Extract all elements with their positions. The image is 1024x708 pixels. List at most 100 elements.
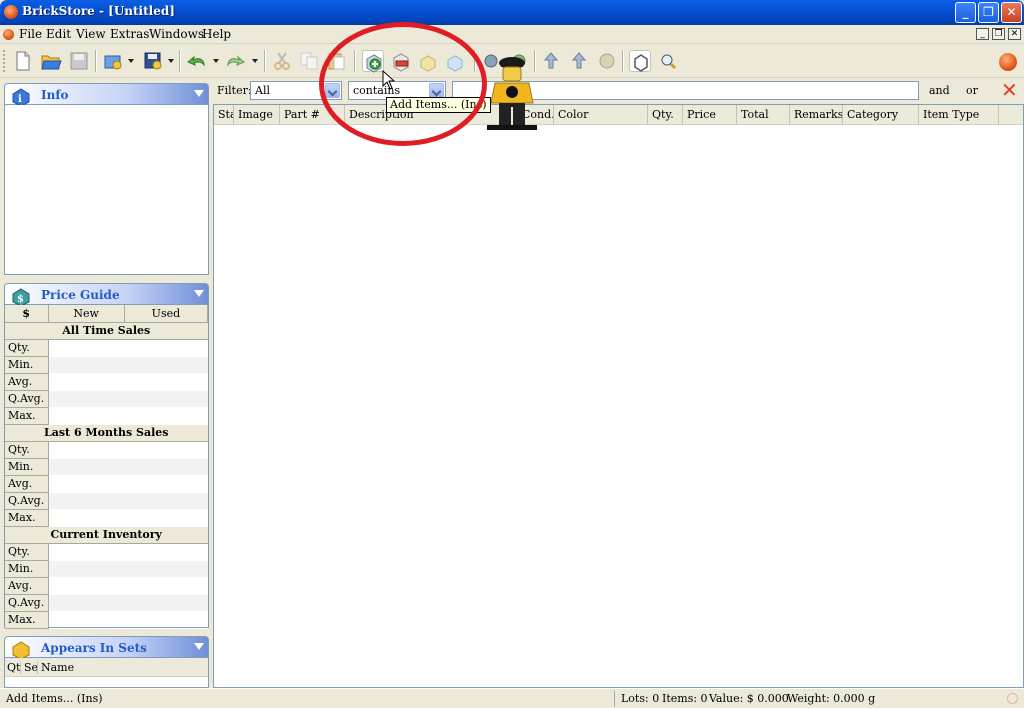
mdi-close-button[interactable]: ✕ bbox=[1008, 28, 1021, 40]
menu-windows[interactable]: Windows bbox=[149, 27, 204, 41]
toolbar-grip[interactable] bbox=[3, 50, 7, 72]
close-button[interactable]: ✕ bbox=[1001, 2, 1022, 23]
row-label: Avg. bbox=[5, 577, 49, 595]
document-icon bbox=[3, 29, 14, 40]
column-category[interactable]: Category bbox=[843, 105, 919, 125]
minifigure-image bbox=[487, 57, 537, 130]
row-label: Q.Avg. bbox=[5, 492, 49, 510]
section-title: Current Inventory bbox=[5, 526, 208, 544]
info-panel-body bbox=[4, 105, 209, 275]
copy-icon[interactable] bbox=[298, 50, 320, 72]
highlight-annotation-circle bbox=[319, 22, 487, 146]
row-label: Max. bbox=[5, 407, 49, 425]
value-cell bbox=[48, 492, 208, 510]
section-title: Last 6 Months Sales bbox=[5, 424, 208, 442]
row-label: Qty. bbox=[5, 339, 49, 357]
column-image[interactable]: Image bbox=[234, 105, 280, 125]
row-label: Qty. bbox=[5, 441, 49, 459]
coin-icon[interactable] bbox=[596, 50, 618, 72]
value-cell bbox=[48, 475, 208, 493]
menu-edit[interactable]: Edit bbox=[46, 27, 71, 41]
chevron-down-icon[interactable] bbox=[194, 290, 204, 297]
toolbar-separator bbox=[179, 50, 181, 72]
value-cell bbox=[48, 373, 208, 391]
items-grid[interactable]: Status Image Part # Description Cond. Co… bbox=[213, 104, 1024, 688]
filter-field-value: All bbox=[255, 84, 270, 97]
mdi-minimize-button[interactable]: _ bbox=[976, 28, 989, 40]
appears-in-sets-panel-header[interactable]: Appears In Sets bbox=[4, 636, 209, 659]
upload-alt-icon[interactable] bbox=[568, 50, 590, 72]
import-icon[interactable] bbox=[102, 50, 124, 72]
upload-icon[interactable] bbox=[540, 50, 562, 72]
window-title: BrickStore - [Untitled] bbox=[22, 4, 175, 18]
filter-or-button[interactable]: or bbox=[966, 84, 978, 97]
document-area: Filter: All contains and or ✕ Status Ima… bbox=[213, 80, 1024, 688]
row-label: Qty. bbox=[5, 543, 49, 561]
column-status[interactable]: Status bbox=[214, 105, 234, 125]
row-label: Q.Avg. bbox=[5, 594, 49, 612]
sets-qty-column[interactable]: Qty bbox=[7, 661, 21, 674]
section-title: All Time Sales bbox=[5, 322, 208, 340]
status-value: Value: $ 0.000 bbox=[709, 692, 789, 705]
export-dropdown-icon[interactable] bbox=[168, 59, 174, 63]
undo-icon[interactable] bbox=[186, 50, 208, 72]
column-quantity[interactable]: Qty. bbox=[648, 105, 683, 125]
filter-label: Filter: bbox=[217, 84, 252, 97]
column-item-type[interactable]: Item Type bbox=[919, 105, 999, 125]
open-folder-icon[interactable] bbox=[40, 50, 62, 72]
undo-dropdown-icon[interactable] bbox=[213, 59, 219, 63]
value-cell bbox=[48, 407, 208, 425]
row-label: Max. bbox=[5, 611, 49, 629]
value-cell bbox=[48, 560, 208, 578]
value-cell bbox=[48, 390, 208, 408]
status-items: Items: 0 bbox=[662, 692, 708, 705]
row-label: Max. bbox=[5, 509, 49, 527]
column-color[interactable]: Color bbox=[554, 105, 648, 125]
value-cell bbox=[48, 441, 208, 459]
column-total[interactable]: Total bbox=[737, 105, 790, 125]
chevron-down-icon[interactable] bbox=[194, 643, 204, 650]
redo-dropdown-icon[interactable] bbox=[252, 59, 258, 63]
view-toggle-icon[interactable] bbox=[629, 50, 651, 72]
column-remarks[interactable]: Remarks bbox=[790, 105, 843, 125]
menu-bar: File Edit View Extras Windows Help _ ❐ ✕ bbox=[0, 25, 1024, 44]
app-icon bbox=[4, 5, 18, 19]
info-panel-header[interactable]: i Info bbox=[4, 83, 209, 106]
chevron-down-icon[interactable] bbox=[194, 90, 204, 97]
status-weight: Weight: 0.000 g bbox=[787, 692, 876, 705]
export-save-icon[interactable] bbox=[142, 50, 164, 72]
row-label: Q.Avg. bbox=[5, 390, 49, 408]
status-divider bbox=[614, 691, 615, 707]
menu-view[interactable]: View bbox=[76, 27, 106, 41]
status-lots: Lots: 0 bbox=[621, 692, 660, 705]
find-icon[interactable] bbox=[657, 50, 679, 72]
new-document-icon[interactable] bbox=[12, 50, 34, 72]
mdi-restore-button[interactable]: ❐ bbox=[992, 28, 1005, 40]
import-dropdown-icon[interactable] bbox=[128, 59, 134, 63]
value-cell bbox=[48, 611, 208, 629]
new-header: New bbox=[48, 305, 125, 323]
value-cell bbox=[48, 339, 208, 357]
column-price[interactable]: Price bbox=[683, 105, 737, 125]
info-panel-title: Info bbox=[41, 88, 69, 102]
online-status-icon bbox=[1007, 693, 1018, 704]
menu-help[interactable]: Help bbox=[202, 27, 231, 41]
toolbar-separator bbox=[622, 50, 624, 72]
price-guide-panel-header[interactable]: $ Price Guide bbox=[4, 283, 209, 306]
redo-icon[interactable] bbox=[224, 50, 246, 72]
currency-header[interactable]: $ bbox=[5, 305, 49, 323]
filter-and-button[interactable]: and bbox=[929, 84, 950, 97]
toolbar-separator bbox=[95, 50, 97, 72]
menu-file[interactable]: File bbox=[19, 27, 42, 41]
minimize-button[interactable]: _ bbox=[955, 2, 976, 23]
price-guide-panel-title: Price Guide bbox=[41, 288, 120, 302]
row-label: Avg. bbox=[5, 475, 49, 493]
sets-name-column[interactable]: Name bbox=[41, 661, 74, 674]
value-cell bbox=[48, 458, 208, 476]
clear-filter-icon[interactable]: ✕ bbox=[1001, 80, 1018, 100]
sets-set-column[interactable]: Set bbox=[24, 661, 38, 674]
menu-extras[interactable]: Extras bbox=[110, 27, 149, 41]
maximize-button[interactable]: ❐ bbox=[978, 2, 999, 23]
cut-icon[interactable] bbox=[271, 50, 293, 72]
save-disk-icon[interactable] bbox=[68, 50, 90, 72]
